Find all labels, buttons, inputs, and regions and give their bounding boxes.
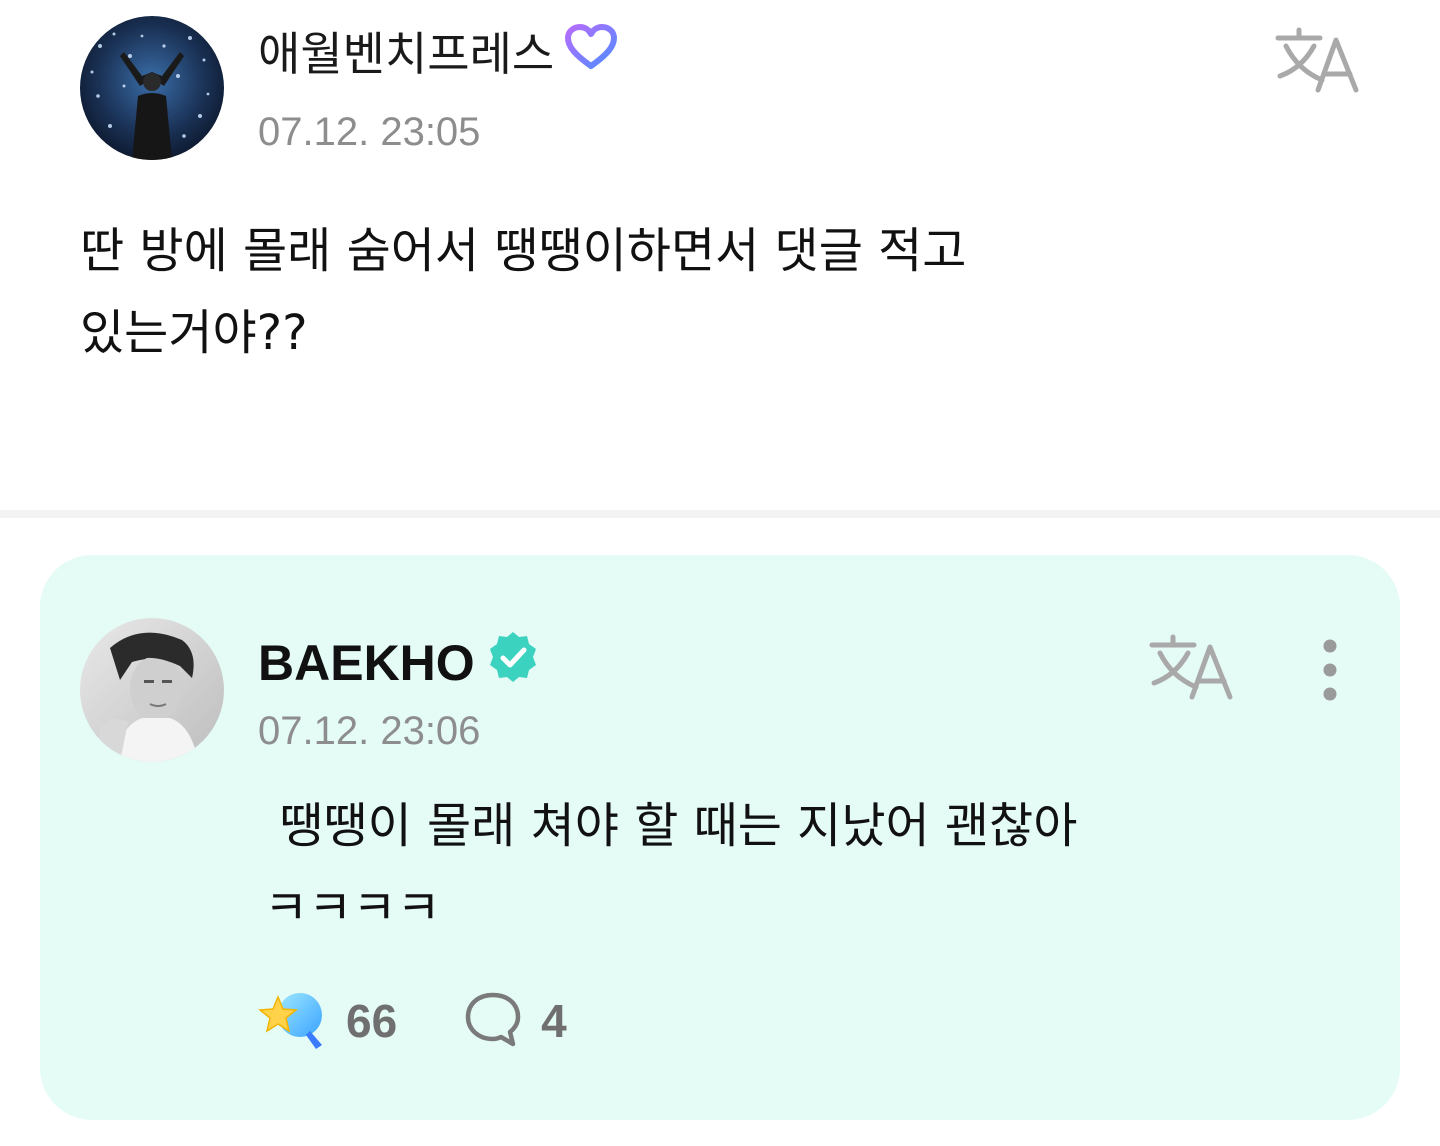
translate-icon[interactable] [1272,24,1362,96]
translate-icon[interactable] [1146,631,1236,703]
author-avatar[interactable] [80,16,224,160]
verified-badge-icon [485,629,541,696]
like-count: 66 [346,995,398,1047]
comment-button[interactable]: 4 [463,989,567,1053]
more-vertical-icon[interactable] [1310,637,1350,703]
author-name-text: 애월벤치프레스 [258,27,555,81]
section-divider [0,510,1440,518]
original-post: 애월벤치프레스 07.12. 23:05 딴 방에 몰래 숨어서 땡땡이하면서 … [0,0,1440,512]
comment-count: 4 [541,995,567,1047]
like-button[interactable]: 66 [258,989,397,1053]
artist-name[interactable]: BAEKHO [258,629,541,696]
artist-name-text: BAEKHO [258,634,475,691]
artist-avatar[interactable] [80,618,224,762]
post-body: 딴 방에 몰래 숨어서 땡땡이하면서 댓글 적고 있는거야?? [80,223,967,361]
reply-body: 땡땡이 몰래 쳐야 할 때는 지났어 괜찮아 ㅋㅋㅋㅋ [264,798,1078,936]
reply-actions: 66 4 [258,983,633,1059]
artist-reply-card: BAEKHO 07.12. 23:06 땡땡이 몰래 쳐야 할 때는 지났어 괜… [40,555,1400,1120]
heart-badge-icon [564,24,618,84]
comment-bubble-icon [463,989,523,1053]
post-timestamp: 07.12. 23:05 [258,110,481,154]
reply-timestamp: 07.12. 23:06 [258,709,481,753]
author-name[interactable]: 애월벤치프레스 [258,24,618,84]
star-lightstick-icon [258,989,328,1053]
